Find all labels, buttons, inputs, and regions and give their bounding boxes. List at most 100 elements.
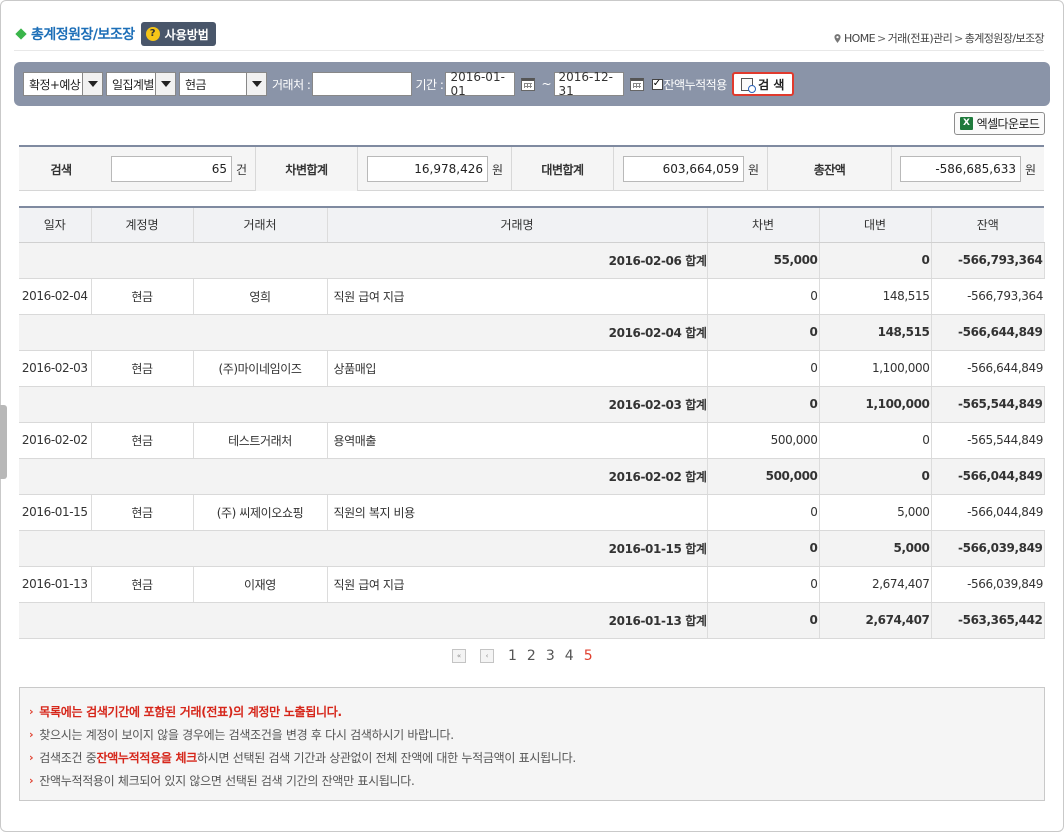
debit-cell: 500,000 (707, 458, 820, 495)
credit-total-group: 603,664,059 원 (623, 147, 759, 191)
date-cell: 2016-02-04 (19, 278, 92, 315)
debit-total-value: 16,978,426 (367, 156, 488, 182)
vendor-cell: 이재영 (193, 566, 328, 603)
date-cell: 2016-01-13 (19, 566, 92, 603)
vendor-cell: 테스트거래처 (193, 422, 328, 459)
location-pin-icon (834, 33, 841, 43)
notice-text: 잔액누적적용이 체크되어 있지 않으면 선택된 검색 기간의 잔액만 표시됩니다… (39, 774, 415, 788)
credit-cell: 0 (819, 458, 932, 495)
prev-page-icon[interactable]: ‹ (480, 649, 494, 663)
chevron-down-icon (246, 73, 266, 95)
side-collapse-handle[interactable] (0, 405, 7, 479)
date-to-input[interactable]: 2016-12-31 (553, 70, 624, 98)
cumulative-label: 잔액누적적용 (663, 77, 728, 92)
notice-line: › 잔액누적적용이 체크되어 있지 않으면 선택된 검색 기간의 잔액만 표시됩… (29, 769, 1044, 792)
date-from-input[interactable]: 2016-01-01 (445, 70, 516, 98)
date-range-separator: ~ (541, 77, 552, 91)
balance-cell: -566,793,364 (931, 278, 1044, 315)
first-page-icon[interactable]: « (452, 649, 466, 663)
breadcrumb-section[interactable]: 거래(전표)관리 (888, 30, 953, 46)
account-value: 현금 (185, 77, 206, 92)
balance-cell: -565,544,849 (931, 422, 1044, 459)
credit-total-label: 대변합계 (541, 162, 584, 177)
credit-cell: 0 (819, 422, 932, 459)
column-header-credit: 대변 (819, 207, 932, 243)
balance-cell: -566,644,849 (931, 314, 1045, 351)
page-link[interactable]: 2 (527, 648, 536, 664)
cumulative-checkbox[interactable]: ✓ (651, 78, 663, 90)
page-link[interactable]: 1 (508, 648, 517, 664)
table-header-row: 일자 계정명 거래처 거래명 차변 대변 잔액 (19, 207, 1044, 243)
balance-cell: -566,039,849 (931, 530, 1045, 567)
debit-cell: 0 (707, 314, 820, 351)
page-link[interactable]: 4 (565, 648, 574, 664)
breadcrumb-chevron-icon: > (876, 31, 886, 45)
debit-cell: 0 (707, 566, 820, 603)
calendar-icon[interactable] (629, 77, 644, 91)
debit-cell: 0 (707, 494, 820, 531)
daily-total-label: 2016-02-04 합계 (19, 314, 708, 351)
balance-total-value: -586,685,633 (900, 156, 1021, 182)
daily-total-label: 2016-02-06 합계 (19, 242, 708, 279)
account-select[interactable]: 현금 (179, 72, 267, 96)
credit-cell: 2,674,407 (819, 566, 932, 603)
question-icon: ? (145, 27, 160, 41)
breadcrumb-home[interactable]: HOME (844, 32, 876, 45)
summary-divider (357, 147, 358, 191)
balance-cell: -566,644,849 (931, 350, 1044, 387)
account-link[interactable]: 현금 (91, 566, 194, 603)
notice-box: › 목록에는 검색기간에 포함된 거래(전표)의 계정만 노출됩니다. › 찾으… (19, 687, 1045, 801)
credit-total-unit: 원 (748, 162, 760, 177)
excel-download-button[interactable]: X 엑셀다운로드 (954, 112, 1045, 135)
notice-line: › 찾으시는 계정이 보이지 않을 경우에는 검색조건을 변경 후 다시 검색하… (29, 723, 1044, 746)
grouping-select[interactable]: 일집계별 (106, 72, 176, 96)
status-type-select[interactable]: 확정+예상 (23, 72, 103, 96)
account-link[interactable]: 현금 (91, 350, 194, 387)
daily-total-label: 2016-02-02 합계 (19, 458, 708, 495)
vendor-input[interactable] (312, 72, 413, 96)
column-header-vendor: 거래처 (193, 207, 328, 243)
summary-bar: 검색 65 건 차변합계 16,978,426 원 대변합계 603,664,0… (19, 145, 1044, 191)
description-cell: 직원 급여 지급 (327, 278, 708, 315)
balance-cell: -566,044,849 (931, 494, 1044, 531)
debit-total-unit: 원 (492, 162, 504, 177)
balance-cell: -566,793,364 (931, 242, 1045, 279)
search-button[interactable]: 검 색 (731, 72, 794, 96)
column-header-description: 거래명 (327, 207, 708, 243)
account-link[interactable]: 현금 (91, 494, 194, 531)
table-row: 2016-02-04 현금 영희 직원 급여 지급 0 148,515 -566… (19, 278, 1044, 315)
daily-total-row: 2016-01-13 합계 0 2,674,407 -563,365,442 (19, 602, 1045, 639)
balance-total-group: -586,685,633 원 (900, 147, 1036, 191)
credit-total-value: 603,664,059 (623, 156, 744, 182)
calendar-icon[interactable] (521, 77, 536, 91)
header-divider (14, 50, 1044, 51)
credit-cell: 148,515 (819, 278, 932, 315)
column-header-debit: 차변 (707, 207, 820, 243)
notice-line: › 목록에는 검색기간에 포함된 거래(전표)의 계정만 노출됩니다. (29, 700, 1044, 723)
search-button-label: 검 색 (758, 77, 785, 92)
account-link[interactable]: 현금 (91, 422, 194, 459)
excel-icon: X (959, 117, 973, 130)
search-document-icon (741, 77, 757, 93)
table-row: 2016-01-15 현금 (주) 씨제이오쇼핑 직원의 복지 비용 0 5,0… (19, 494, 1044, 531)
daily-total-row: 2016-02-04 합계 0 148,515 -566,644,849 (19, 314, 1045, 351)
daily-total-label: 2016-02-03 합계 (19, 386, 708, 423)
description-cell: 용역매출 (327, 422, 708, 459)
page-link-current[interactable]: 5 (584, 648, 593, 664)
daily-total-label: 2016-01-13 합계 (19, 602, 708, 639)
title-area: 총계정원장/보조장 ? 사용방법 (14, 22, 216, 46)
balance-total-label: 총잔액 (813, 162, 846, 177)
bullet-arrow-icon: › (29, 728, 34, 741)
help-button[interactable]: ? 사용방법 (140, 22, 216, 46)
daily-total-row: 2016-02-06 합계 55,000 0 -566,793,364 (19, 242, 1045, 279)
table-row: 2016-02-02 현금 테스트거래처 용역매출 500,000 0 -565… (19, 422, 1044, 459)
search-bar: 확정+예상 일집계별 현금 거래처 : 기간 : 2016-01-01 ~ 20… (14, 62, 1050, 106)
vendor-cell: (주)마이네임이즈 (193, 350, 328, 387)
notice-text: 찾으시는 계정이 보이지 않을 경우에는 검색조건을 변경 후 다시 검색하시기… (39, 728, 454, 742)
page-link[interactable]: 3 (546, 648, 555, 664)
ledger-table: 일자 계정명 거래처 거래명 차변 대변 잔액 2016-02-06 합계 55… (19, 206, 1045, 639)
credit-cell: 2,674,407 (819, 602, 932, 639)
daily-total-row: 2016-02-03 합계 0 1,100,000 -565,544,849 (19, 386, 1045, 423)
account-link[interactable]: 현금 (91, 278, 194, 315)
daily-total-row: 2016-02-02 합계 500,000 0 -566,044,849 (19, 458, 1045, 495)
